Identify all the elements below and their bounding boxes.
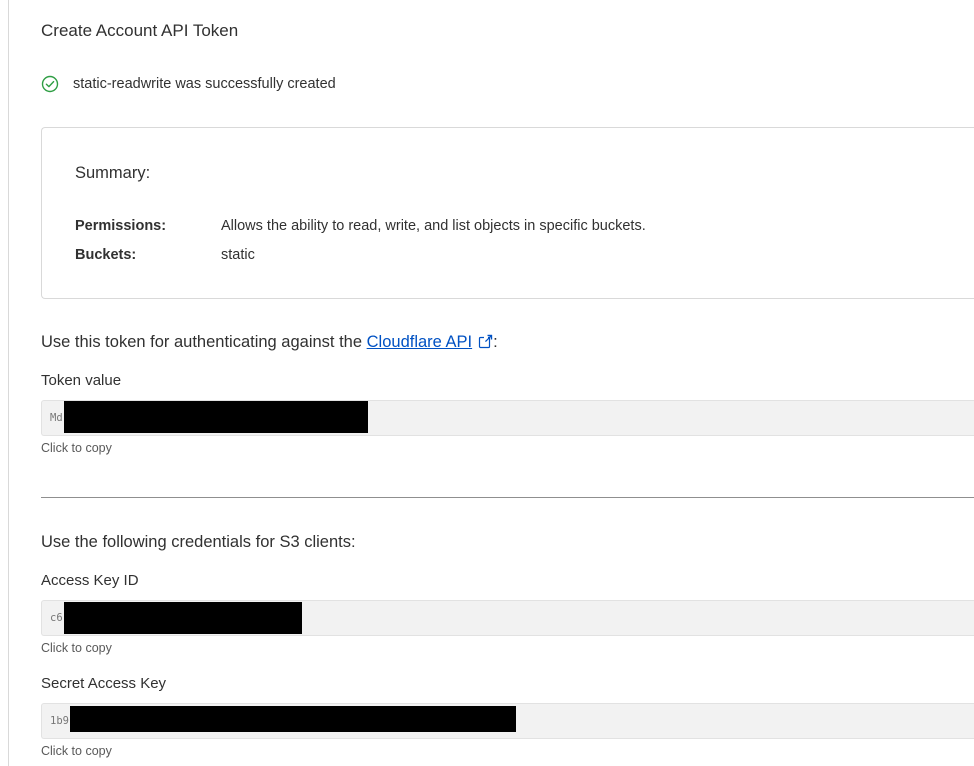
token-value-field[interactable]: Md [41, 400, 974, 436]
access-key-label: Access Key ID [41, 572, 139, 589]
cloudflare-api-link-text: Cloudflare API [366, 333, 473, 351]
s3-intro: Use the following credentials for S3 cli… [41, 533, 356, 551]
access-key-field[interactable]: c6 [41, 600, 974, 636]
success-message: static-readwrite was successfully create… [41, 75, 336, 93]
redaction-bar [64, 602, 302, 634]
permissions-label: Permissions: [75, 218, 167, 234]
summary-card: Summary: Permissions: Allows the ability… [41, 127, 974, 299]
external-link-icon [478, 334, 493, 349]
token-intro-suffix: : [493, 333, 498, 351]
secret-key-copy-hint[interactable]: Click to copy [41, 744, 112, 758]
token-intro-text: Use this token for authenticating agains… [41, 333, 363, 351]
page-title: Create Account API Token [41, 21, 239, 40]
buckets-row: Buckets: static [75, 247, 255, 263]
redaction-bar [70, 706, 516, 732]
permissions-value: Allows the ability to read, write, and l… [221, 218, 646, 234]
token-created-page: Create Account API Token static-readwrit… [8, 0, 974, 766]
token-value-prefix: Md [50, 412, 63, 424]
buckets-label: Buckets: [75, 247, 137, 263]
permissions-row: Permissions: Allows the ability to read,… [75, 218, 646, 234]
secret-key-label: Secret Access Key [41, 675, 167, 692]
secret-key-prefix: 1b9 [50, 715, 69, 727]
token-copy-hint[interactable]: Click to copy [41, 441, 112, 455]
summary-title: Summary: [75, 164, 151, 182]
token-value-label: Token value [41, 372, 122, 389]
access-key-prefix: c6 [50, 612, 63, 624]
redaction-bar [64, 401, 368, 433]
check-circle-icon [41, 75, 59, 93]
buckets-value: static [221, 247, 255, 263]
token-intro: Use this token for authenticating agains… [41, 333, 498, 352]
cloudflare-api-link[interactable]: Cloudflare API [367, 333, 493, 351]
secret-key-field[interactable]: 1b9 [41, 703, 974, 739]
success-text: static-readwrite was successfully create… [73, 76, 336, 92]
access-key-copy-hint[interactable]: Click to copy [41, 641, 112, 655]
section-divider [41, 497, 974, 498]
